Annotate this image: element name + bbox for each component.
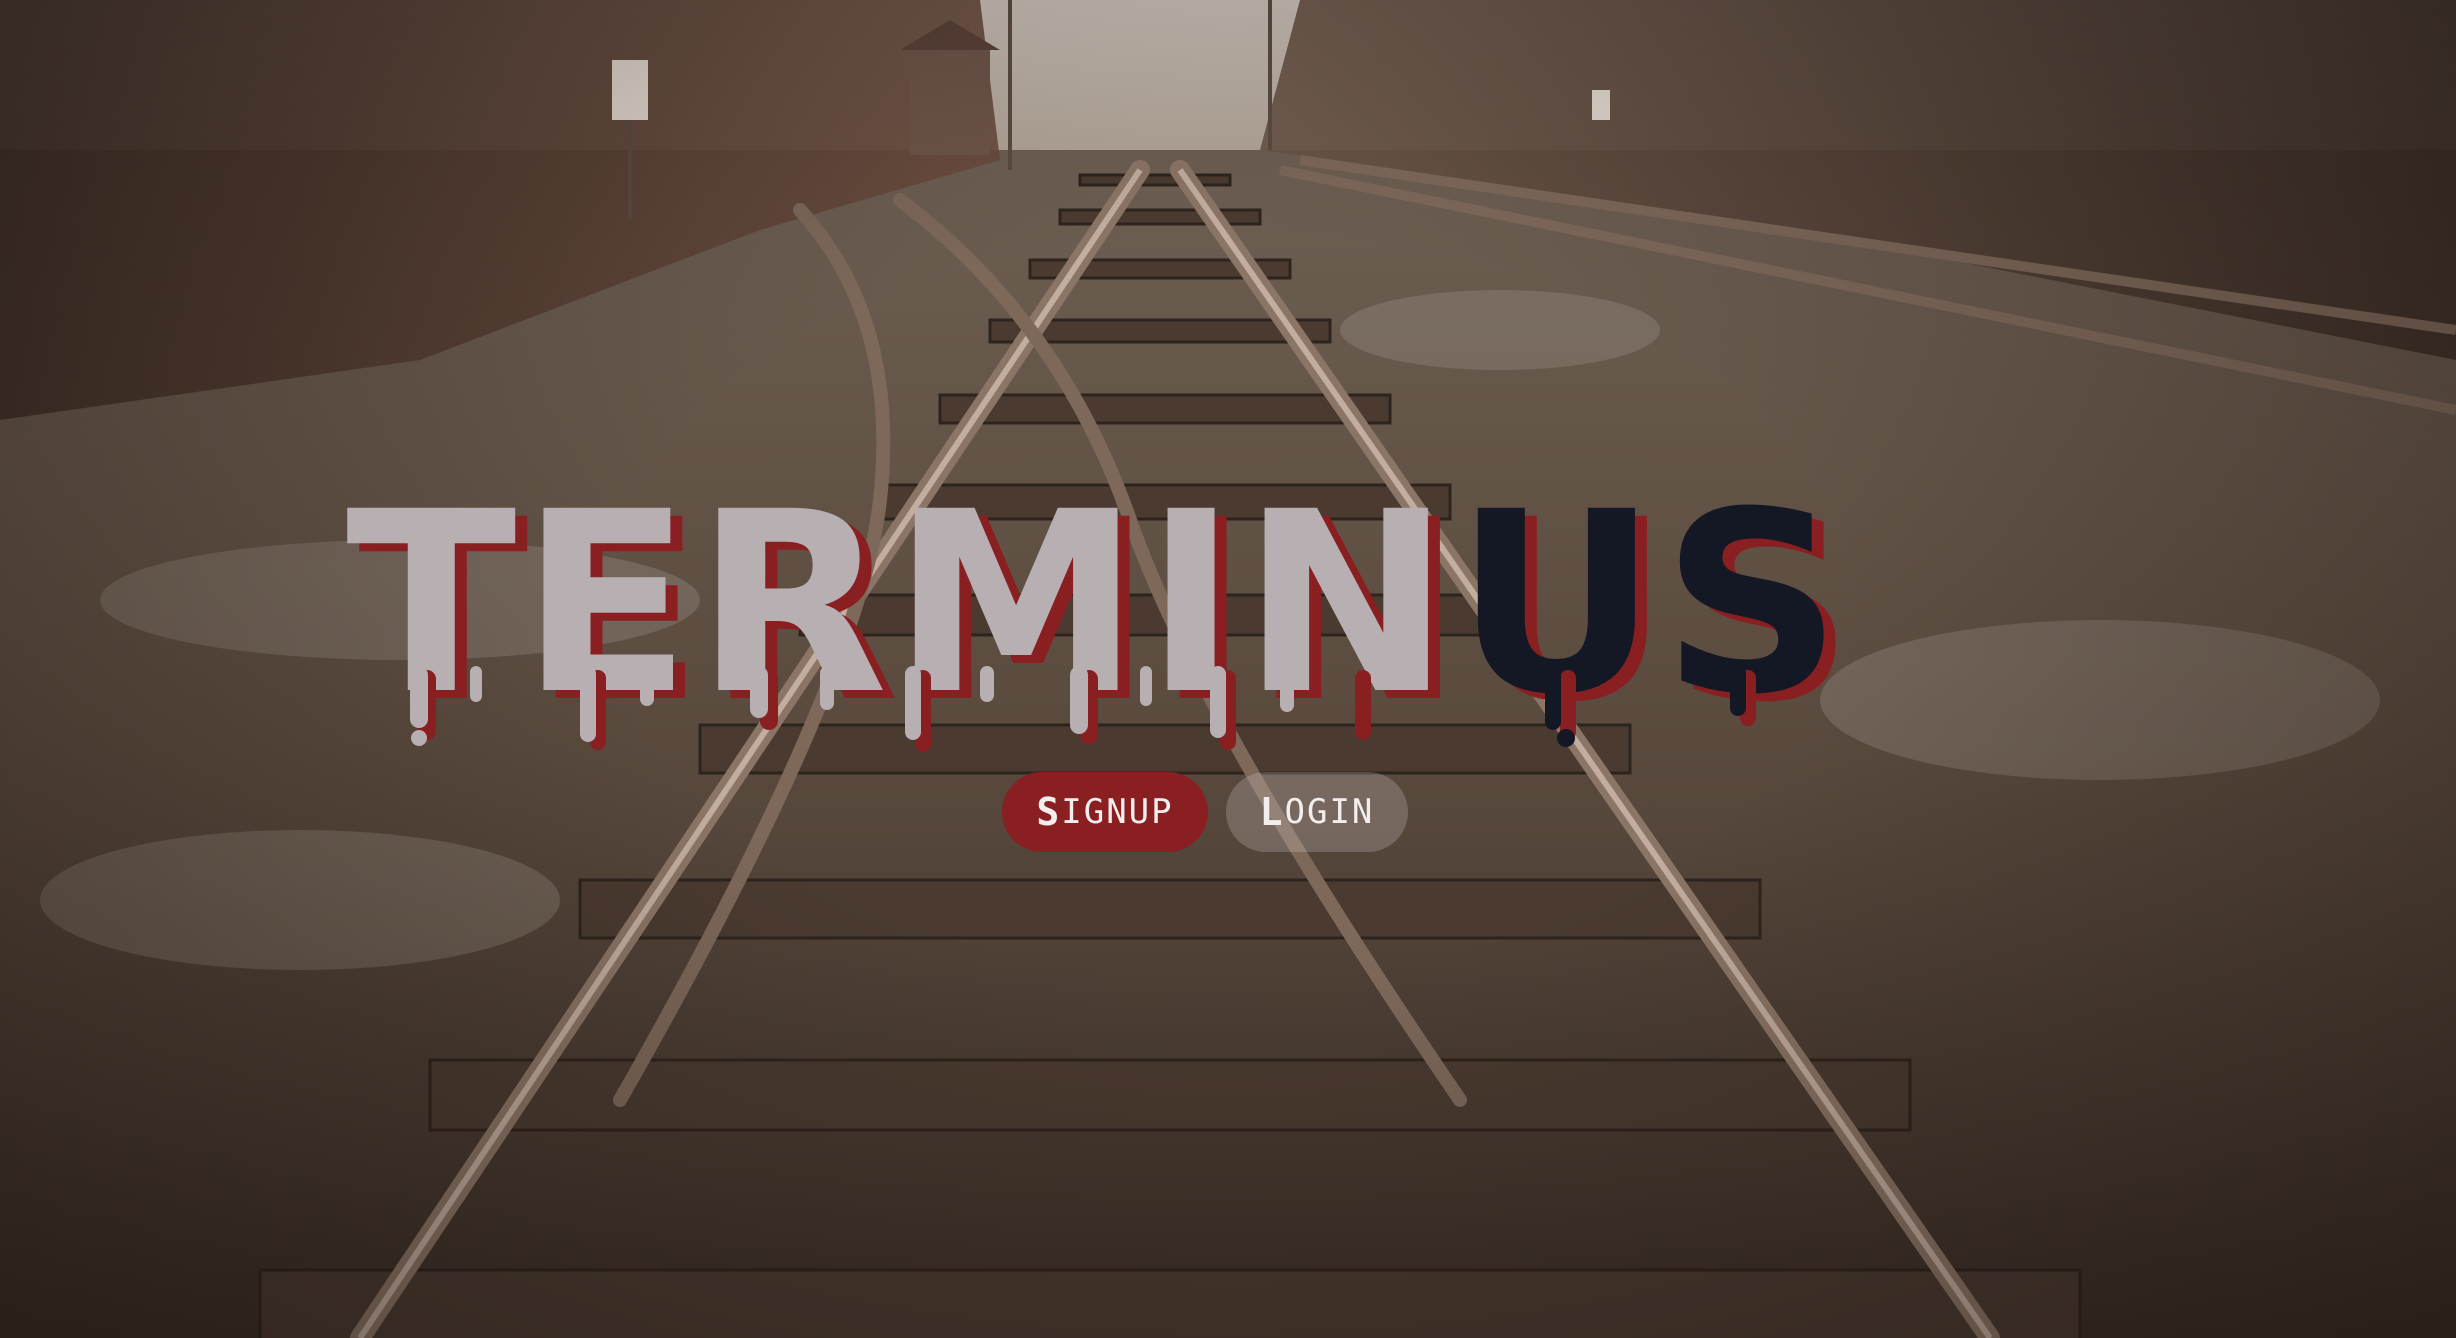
signup-label-initial: S (1036, 790, 1062, 834)
landing-page: TERMINUS TERMINUS S IGNUP L OGIN (0, 0, 2456, 1338)
terminus-logo-graphic: TERMINUS TERMINUS (346, 470, 1854, 757)
auth-buttons: S IGNUP L OGIN (1002, 772, 1408, 852)
terminus-logo: TERMINUS TERMINUS (340, 470, 2080, 770)
login-button[interactable]: L OGIN (1226, 772, 1408, 852)
login-label: OGIN (1284, 792, 1375, 832)
title-part2: US (1455, 470, 1846, 749)
signup-label: IGNUP (1061, 792, 1174, 832)
login-label-initial: L (1259, 790, 1285, 834)
signup-button[interactable]: S IGNUP (1002, 772, 1208, 852)
